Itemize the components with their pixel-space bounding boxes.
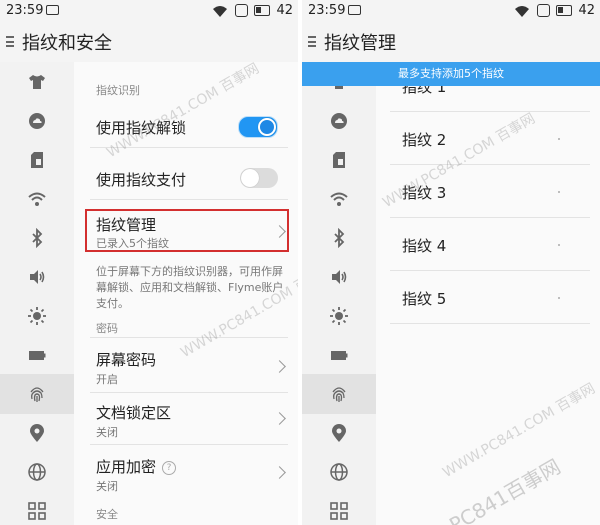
left-screen: 23:59 42 指纹和安全 指纹识别 使用指纹解锁 使用指纹支付 指纹管理 已…: [0, 0, 298, 525]
notification-icon: [537, 4, 550, 17]
chevron-right-icon: [273, 412, 286, 425]
image-notification-icon: [46, 5, 59, 15]
page-title: 指纹管理: [324, 33, 396, 54]
brightness-icon[interactable]: [302, 296, 376, 336]
settings-icon-column: [0, 62, 74, 525]
brightness-icon[interactable]: [0, 296, 74, 336]
more-icon[interactable]: [558, 297, 560, 299]
fingerprint-name: 指纹 4: [402, 237, 447, 255]
fingerprint-unlock-label: 使用指纹解锁: [96, 119, 187, 137]
globe-icon[interactable]: [0, 452, 74, 492]
notification-icon: [235, 4, 248, 17]
bluetooth-icon[interactable]: [0, 218, 74, 258]
location-icon[interactable]: [0, 413, 74, 453]
settings-icon-column: [302, 62, 376, 525]
fingerprint-unlock-row[interactable]: 使用指纹解锁: [74, 105, 298, 147]
cloud-icon[interactable]: [302, 101, 376, 141]
screen-password-label: 屏幕密码: [96, 351, 157, 369]
fingerprint-unlock-toggle[interactable]: [238, 116, 278, 138]
fingerprint-pay-label: 使用指纹支付: [96, 171, 187, 189]
more-icon[interactable]: [558, 244, 560, 246]
screen-password-row[interactable]: 屏幕密码 开启: [74, 342, 298, 392]
document-lock-row[interactable]: 文档锁定区 关闭: [74, 394, 298, 444]
highlight-box: [85, 209, 289, 252]
shirt-icon[interactable]: [0, 62, 74, 102]
sim-icon[interactable]: [302, 140, 376, 180]
wifi-icon[interactable]: [0, 179, 74, 219]
more-icon[interactable]: [558, 138, 560, 140]
location-icon[interactable]: [302, 413, 376, 453]
fingerprint-item[interactable]: 指纹 5: [376, 271, 600, 324]
document-lock-label: 文档锁定区: [96, 404, 172, 422]
apps-icon[interactable]: [0, 491, 74, 525]
menu-icon[interactable]: [6, 36, 14, 47]
wifi-icon[interactable]: [302, 179, 376, 219]
battery-status-icon: [254, 5, 270, 16]
app-encrypt-label: 应用加密: [96, 458, 157, 476]
screen-password-status: 开启: [96, 373, 118, 386]
fingerprint-item[interactable]: 指纹 2: [376, 112, 600, 165]
globe-icon[interactable]: [302, 452, 376, 492]
section-label-password: 密码: [96, 322, 118, 335]
chevron-right-icon: [273, 466, 286, 479]
fingerprint-pay-toggle[interactable]: [240, 168, 278, 188]
document-lock-status: 关闭: [96, 426, 118, 439]
page-title: 指纹和安全: [22, 33, 112, 54]
fingerprint-list: 指纹 1 指纹 2 指纹 3 指纹 4 指纹 5: [376, 78, 600, 525]
battery-level: 42: [578, 3, 595, 18]
help-icon[interactable]: ?: [162, 460, 177, 475]
fingerprint-pay-row[interactable]: 使用指纹支付: [74, 157, 298, 199]
bluetooth-icon[interactable]: [302, 218, 376, 258]
status-time: 23:59: [6, 3, 44, 18]
status-bar: 23:59 42: [302, 0, 600, 22]
fingerprint-description: 位于屏幕下方的指纹识别器，可用作屏幕解锁、应用和文档解锁、Flyme账户支付。: [96, 265, 284, 310]
status-time: 23:59: [308, 3, 346, 18]
sim-icon[interactable]: [0, 140, 74, 180]
menu-icon[interactable]: [308, 36, 316, 47]
volume-icon[interactable]: [302, 257, 376, 297]
settings-content: 指纹识别 使用指纹解锁 使用指纹支付 指纹管理 已录入5个指纹 位于屏幕下方的指…: [74, 62, 298, 525]
more-icon[interactable]: [558, 191, 560, 193]
right-screen: 23:59 42 指纹管理 指纹 1 指纹 2 指纹 3 指纹 4 指纹 5 最…: [302, 0, 600, 525]
wifi-signal-icon: [515, 6, 529, 17]
app-encrypt-status: 关闭: [96, 480, 118, 493]
status-bar: 23:59 42: [0, 0, 298, 22]
apps-icon[interactable]: [302, 491, 376, 525]
title-bar: 指纹和安全: [0, 22, 298, 62]
image-notification-icon: [348, 5, 361, 15]
fingerprint-name: 指纹 5: [402, 290, 447, 308]
fingerprint-item[interactable]: 指纹 4: [376, 218, 600, 271]
battery-icon[interactable]: [0, 335, 74, 375]
fingerprint-name: 指纹 3: [402, 184, 447, 202]
app-encrypt-row[interactable]: 应用加密? 关闭: [74, 448, 298, 498]
battery-status-icon: [556, 5, 572, 16]
title-bar: 指纹管理: [302, 22, 600, 62]
battery-icon[interactable]: [302, 335, 376, 375]
fingerprint-icon[interactable]: [302, 374, 376, 414]
fingerprint-icon[interactable]: [0, 374, 74, 414]
section-label-security: 安全: [96, 508, 118, 521]
fingerprint-name: 指纹 2: [402, 131, 447, 149]
fingerprint-item[interactable]: 指纹 3: [376, 165, 600, 218]
fingerprint-limit-banner: 最多支持添加5个指纹: [302, 62, 600, 86]
section-label-fingerprint: 指纹识别: [96, 84, 140, 97]
chevron-right-icon: [273, 360, 286, 373]
cloud-icon[interactable]: [0, 101, 74, 141]
volume-icon[interactable]: [0, 257, 74, 297]
battery-level: 42: [276, 3, 293, 18]
wifi-signal-icon: [213, 6, 227, 17]
